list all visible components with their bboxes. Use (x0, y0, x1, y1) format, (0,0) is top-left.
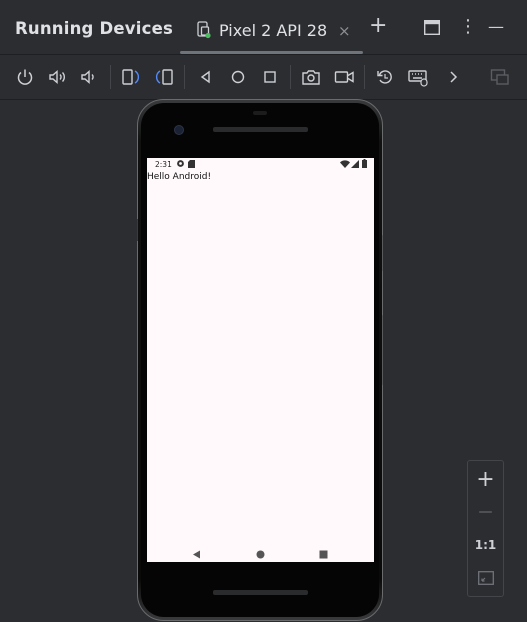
device-screen[interactable]: 2:31 Hello Android! (147, 158, 374, 562)
tab-pixel-2-api-28[interactable]: Pixel 2 API 28 × (180, 8, 363, 54)
android-nav-bar (147, 534, 374, 562)
toolbar-separator (184, 65, 185, 89)
battery-icon (362, 159, 367, 168)
overview-icon[interactable] (259, 66, 281, 88)
device-mirror-icon[interactable] (489, 66, 511, 88)
home-icon[interactable] (227, 66, 249, 88)
more-chevron-icon[interactable] (442, 66, 464, 88)
tool-window-header: Running Devices Pixel 2 API 28 × + ⋮ — (0, 0, 527, 55)
tab-close-icon[interactable]: × (338, 22, 351, 40)
zoom-out-button[interactable]: — (468, 495, 503, 528)
add-tab-button[interactable]: + (369, 13, 387, 38)
settings-gear-icon (176, 159, 185, 168)
keyboard-icon[interactable] (407, 66, 429, 88)
actual-size-button[interactable]: 1:1 (468, 528, 503, 561)
reset-icon[interactable] (374, 66, 396, 88)
status-time: 2:31 (155, 160, 172, 169)
fit-screen-icon[interactable] (468, 561, 503, 594)
nav-back-icon[interactable] (192, 544, 201, 559)
status-bar: 2:31 (147, 158, 374, 170)
power-icon[interactable] (14, 66, 36, 88)
toolbar-separator (364, 65, 365, 89)
layout-icon[interactable] (423, 19, 441, 36)
tab-selected-indicator (180, 51, 363, 54)
nav-overview-icon[interactable] (319, 544, 328, 559)
zoom-controls: + — 1:1 (467, 460, 504, 597)
rotate-left-icon[interactable] (120, 66, 142, 88)
volume-down-icon[interactable] (78, 66, 100, 88)
app-content-text: Hello Android! (147, 172, 212, 182)
device-tab-icon (196, 21, 212, 39)
tab-label: Pixel 2 API 28 (219, 21, 328, 40)
device-toolbar (0, 55, 527, 100)
nav-home-icon[interactable] (256, 544, 265, 559)
volume-up-icon[interactable] (47, 66, 69, 88)
screenshot-icon[interactable] (300, 66, 322, 88)
sd-card-icon (188, 160, 195, 168)
panel-title: Running Devices (15, 19, 173, 38)
toolbar-separator (290, 65, 291, 89)
zoom-in-button[interactable]: + (468, 463, 503, 496)
wifi-icon (340, 160, 350, 168)
rotate-right-icon[interactable] (153, 66, 175, 88)
signal-icon (351, 160, 359, 168)
more-options-icon[interactable]: ⋮ (459, 16, 477, 37)
toolbar-separator (110, 65, 111, 89)
minimize-icon[interactable]: — (488, 17, 504, 36)
screen-record-icon[interactable] (333, 66, 355, 88)
back-icon[interactable] (194, 66, 216, 88)
